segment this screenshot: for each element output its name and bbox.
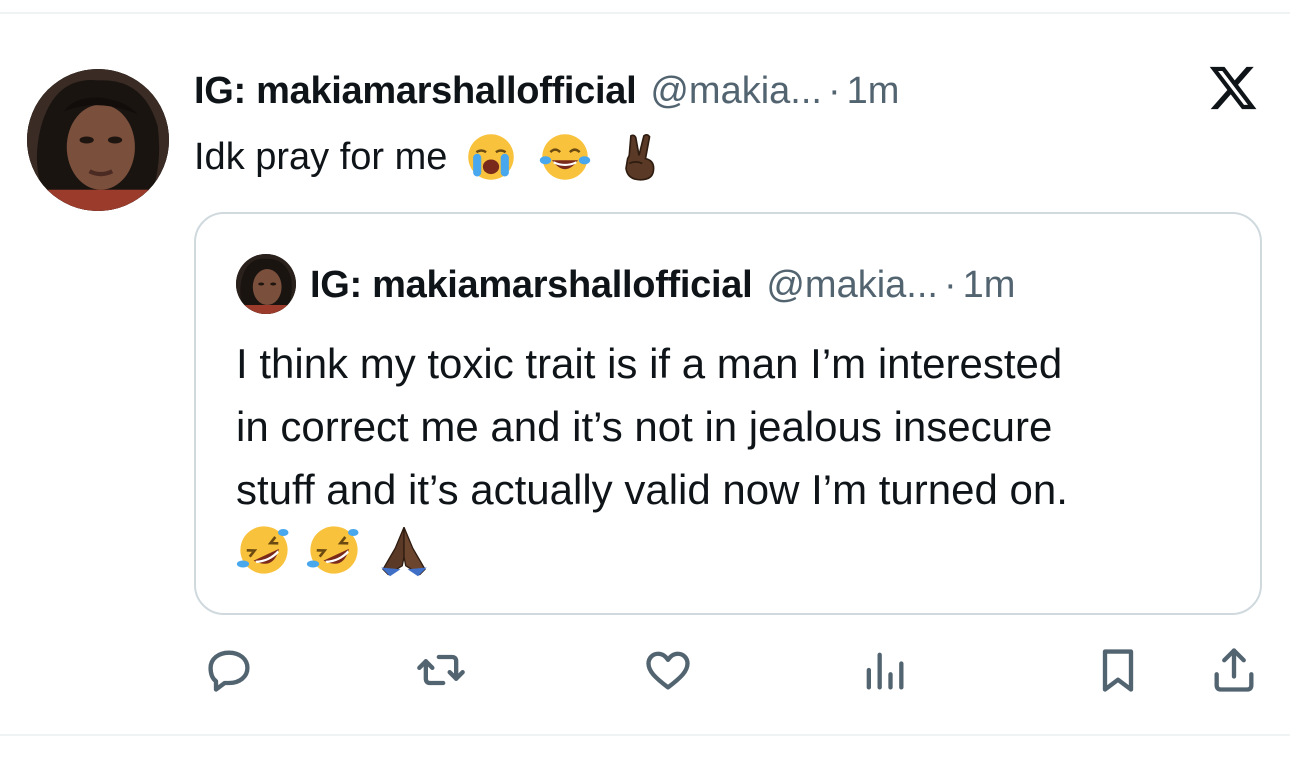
tweet-body: Idk pray for me [194,136,448,178]
quoted-author-display-name[interactable]: IG: makiamarshallofficial [310,261,753,309]
top-divider [0,12,1290,14]
bookmark-icon[interactable] [1092,644,1144,696]
quoted-text-line: in correct me and it’s not in jealous in… [236,403,1053,450]
tweet-timestamp[interactable]: 1m [847,66,900,116]
rolling-on-the-floor-laughing-icon [236,522,292,578]
like-icon[interactable] [642,644,694,696]
loudly-crying-face-icon [465,131,517,183]
author-avatar[interactable] [27,69,169,211]
quoted-tweet-text: I think my toxic trait is if a man I’m i… [236,332,1236,521]
share-icon[interactable] [1208,644,1260,696]
victory-hand-dark-skin-icon [613,131,665,183]
separator-dot: · [943,264,957,306]
x-logo-icon [1207,62,1259,114]
quoted-author-handle[interactable]: @makia... [766,261,938,309]
views-icon[interactable] [858,644,910,696]
quoted-tweet-header: IG: makiamarshallofficial @makia... · 1m [310,261,1015,309]
rolling-on-the-floor-laughing-icon [306,522,362,578]
retweet-icon[interactable] [415,644,467,696]
quoted-tweet-card[interactable]: IG: makiamarshallofficial @makia... · 1m… [194,212,1262,615]
separator-dot: · [827,70,841,112]
author-handle[interactable]: @makia... [650,66,822,116]
quoted-author-avatar[interactable] [236,254,296,314]
reply-icon[interactable] [203,644,255,696]
author-display-name[interactable]: IG: makiamarshallofficial [194,66,637,116]
quoted-text-line: I think my toxic trait is if a man I’m i… [236,340,1063,387]
tweet-text: Idk pray for me [194,130,665,184]
quoted-text-line: stuff and it’s actually valid now I’m tu… [236,466,1068,513]
quoted-emoji-row [236,522,432,578]
tweet-emoji-row [465,131,665,183]
face-with-tears-of-joy-icon [539,131,591,183]
tweet-header: IG: makiamarshallofficial @makia... · 1m [194,66,899,116]
bottom-divider [0,734,1290,736]
quoted-tweet-timestamp[interactable]: 1m [963,261,1016,309]
folded-hands-dark-skin-icon [376,522,432,578]
